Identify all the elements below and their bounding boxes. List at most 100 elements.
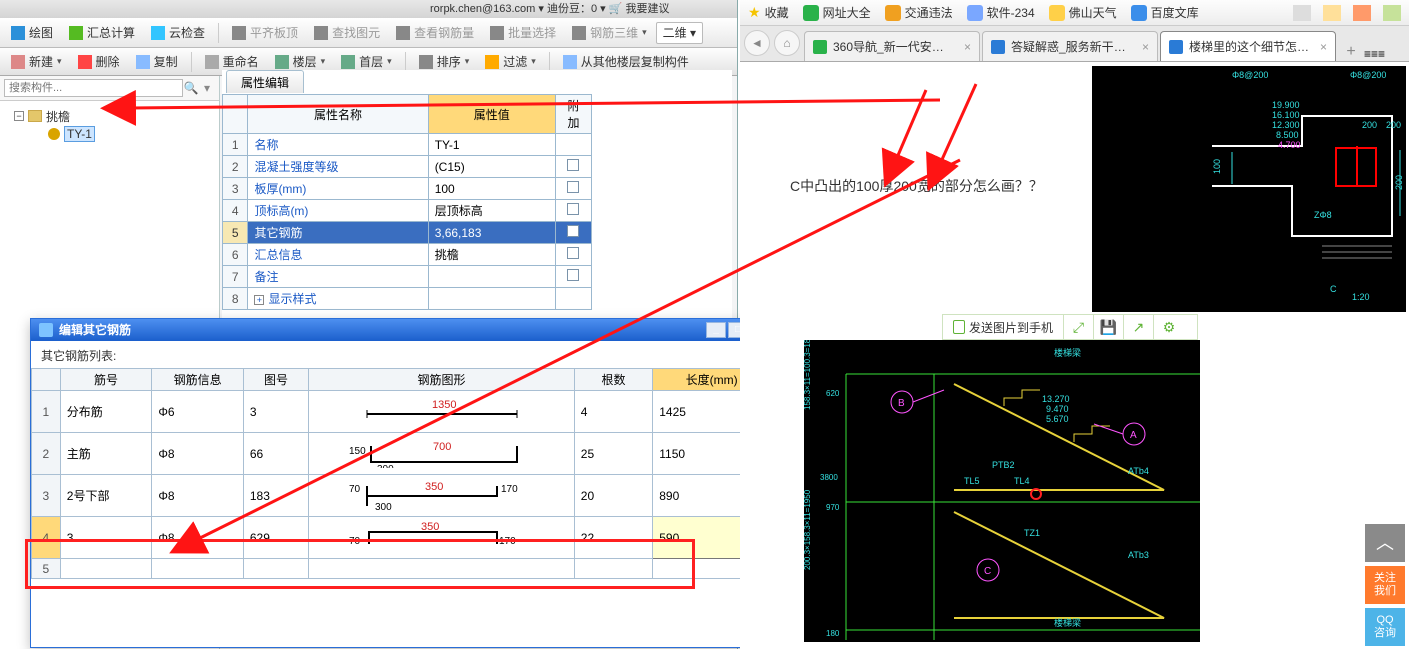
toolbar-button[interactable]: 新建▾ (4, 51, 69, 73)
dropdown-icon[interactable]: ▾ (199, 81, 215, 95)
toolbar-button[interactable]: 汇总计算 (62, 22, 142, 44)
property-row[interactable]: 7备注 (223, 266, 592, 288)
prop-add[interactable] (555, 178, 591, 200)
bookmark-item[interactable]: 百度文库 (1131, 4, 1199, 21)
rebar-no[interactable]: 2号下部 (60, 475, 152, 517)
tab-close-icon[interactable]: × (1142, 33, 1149, 61)
prop-add[interactable] (555, 156, 591, 178)
tab-close-icon[interactable]: × (1320, 33, 1327, 61)
rebar-row[interactable]: 2主筋Φ866 150 700 300251150 (32, 433, 771, 475)
property-row[interactable]: 3板厚(mm)100 (223, 178, 592, 200)
rebar-row[interactable]: 5 (32, 559, 771, 579)
share-icon[interactable]: ↗ (1124, 315, 1154, 339)
rebar-diagram[interactable]: 66 (243, 433, 308, 475)
col-no[interactable]: 筋号 (60, 369, 152, 391)
prop-value[interactable]: 3,66,183 (428, 222, 555, 244)
ad-icon[interactable] (1353, 5, 1371, 21)
rebar-info[interactable]: Φ8 (152, 433, 244, 475)
property-row[interactable]: 4顶标高(m)层顶标高 (223, 200, 592, 222)
note-icon[interactable] (1323, 5, 1341, 21)
col-diagram[interactable]: 图号 (243, 369, 308, 391)
rebar-info[interactable]: Φ8 (152, 475, 244, 517)
dialog-titlebar[interactable]: 编辑其它钢筋 _ □ × (31, 319, 771, 341)
checkbox-icon[interactable] (567, 203, 579, 215)
rebar-diagram[interactable]: 629 (243, 517, 308, 559)
prop-add[interactable] (555, 288, 591, 310)
ext-icon[interactable] (1383, 5, 1401, 21)
property-row[interactable]: 1名称TY-1 (223, 134, 592, 156)
prop-value[interactable] (428, 288, 555, 310)
property-tab[interactable]: 属性编辑 (226, 70, 304, 93)
toolbar-button[interactable]: 复制 (129, 51, 185, 73)
toolbar-button[interactable]: 查看钢筋量 (389, 22, 481, 44)
browser-tab[interactable]: 360导航_新一代安全上网 × (804, 31, 980, 61)
checkbox-icon[interactable] (567, 159, 579, 171)
list-icon[interactable]: ≡ (1364, 47, 1371, 61)
qq-consult-button[interactable]: QQ 咨询 (1365, 608, 1405, 646)
checkbox-icon[interactable] (567, 225, 579, 237)
toolbar-button[interactable]: 删除 (71, 51, 127, 73)
save-icon[interactable]: 💾 (1094, 315, 1124, 339)
rebar-no[interactable]: 3 (60, 517, 152, 559)
prop-value[interactable]: TY-1 (428, 134, 555, 156)
view-mode-dropdown[interactable]: 二维 ▾ (656, 22, 703, 44)
rebar-row[interactable]: 32号下部Φ8183 70 350 170 30020890 (32, 475, 771, 517)
prop-add[interactable] (555, 266, 591, 288)
search-input[interactable] (4, 79, 183, 97)
property-row[interactable]: 2混凝土强度等级(C15) (223, 156, 592, 178)
settings-icon[interactable]: ⚙ (1154, 315, 1184, 339)
search-icon[interactable]: 🔍 (183, 81, 199, 95)
toolbar-button[interactable]: 云检查 (144, 22, 212, 44)
col-shape[interactable]: 钢筋图形 (309, 369, 575, 391)
bookmark-item[interactable]: ★收藏 (748, 4, 789, 21)
rebar-diagram[interactable]: 183 (243, 475, 308, 517)
tab-close-icon[interactable]: × (964, 33, 971, 61)
send-to-phone-button[interactable]: 发送图片到手机 (943, 315, 1064, 339)
prop-value[interactable]: 层顶标高 (428, 200, 555, 222)
rebar-count[interactable]: 25 (574, 433, 652, 475)
browser-tab[interactable]: 楼梯里的这个细节怎么画 × (1160, 31, 1336, 61)
browser-tab[interactable]: 答疑解惑_服务新干线|快 × (982, 31, 1158, 61)
tree-node-tiaoyan[interactable]: − 挑檐 (14, 107, 215, 125)
rebar-no[interactable]: 分布筋 (60, 391, 152, 433)
rebar-count[interactable]: 20 (574, 475, 652, 517)
prop-add[interactable] (555, 222, 591, 244)
rebar-row[interactable]: 43Φ8629 70 350 17022590 (32, 517, 771, 559)
rebar-shape[interactable]: 150 700 300 (309, 433, 575, 475)
prop-value[interactable]: (C15) (428, 156, 555, 178)
prop-value[interactable]: 挑檐 (428, 244, 555, 266)
prop-add[interactable] (555, 134, 591, 156)
back-button[interactable]: ◄ (744, 30, 770, 56)
prop-value[interactable]: 100 (428, 178, 555, 200)
bookmark-item[interactable]: 软件-234 (967, 4, 1035, 21)
rebar-count[interactable]: 22 (574, 517, 652, 559)
rebar-shape[interactable]: 1350 (309, 391, 575, 433)
prop-add[interactable] (555, 244, 591, 266)
minimize-button[interactable]: _ (706, 322, 726, 338)
toolbar-button[interactable]: 平齐板顶 (225, 22, 305, 44)
prop-add[interactable] (555, 200, 591, 222)
rebar-info[interactable]: Φ8 (152, 517, 244, 559)
checkbox-icon[interactable] (567, 181, 579, 193)
rebar-diagram[interactable]: 3 (243, 391, 308, 433)
rebar-diagram[interactable] (243, 559, 308, 579)
bookmark-item[interactable]: 网址大全 (803, 4, 871, 21)
refresh-icon[interactable]: ≡ (1371, 47, 1378, 61)
follow-us-button[interactable]: 关注 我们 (1365, 566, 1405, 604)
rebar-info[interactable]: Φ6 (152, 391, 244, 433)
property-row[interactable]: 5其它钢筋3,66,183 (223, 222, 592, 244)
rebar-info[interactable] (152, 559, 244, 579)
prop-value[interactable] (428, 266, 555, 288)
bookmark-item[interactable]: 佛山天气 (1049, 4, 1117, 21)
rebar-row[interactable]: 1分布筋Φ63 135041425 (32, 391, 771, 433)
home-button[interactable]: ⌂ (774, 30, 800, 56)
rebar-shape[interactable] (309, 559, 575, 579)
bookmark-item[interactable]: 交通违法 (885, 4, 953, 21)
rebar-shape[interactable]: 70 350 170 300 (309, 475, 575, 517)
fullscreen-icon[interactable]: ⤢ (1064, 315, 1094, 339)
toolbar-button[interactable]: 钢筋三维▾ (565, 22, 654, 44)
rebar-no[interactable]: 主筋 (60, 433, 152, 475)
checkbox-icon[interactable] (567, 247, 579, 259)
property-row[interactable]: 8+显示样式 (223, 288, 592, 310)
new-tab-button[interactable]: + (1338, 43, 1364, 61)
